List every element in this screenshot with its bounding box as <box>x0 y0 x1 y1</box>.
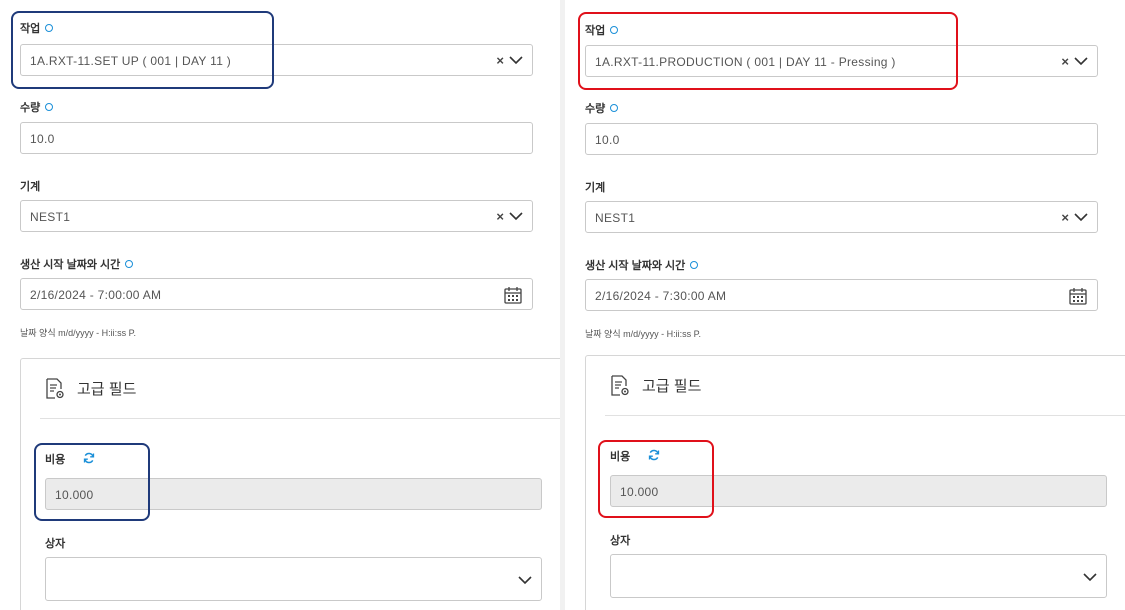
machine-select[interactable]: NEST1 × <box>20 200 533 232</box>
task-select-value: 1A.RXT-11.PRODUCTION ( 001 | DAY 11 - Pr… <box>595 55 896 69</box>
clear-icon[interactable]: × <box>496 209 504 224</box>
cost-label: 비용 <box>610 448 630 464</box>
start-datetime-label: 생산 시작 날짜와 시간 <box>20 256 134 272</box>
refresh-icon[interactable] <box>83 452 95 464</box>
start-datetime-value: 2/16/2024 - 7:30:00 AM <box>595 289 727 303</box>
machine-select-value: NEST1 <box>595 211 636 225</box>
calendar-icon[interactable] <box>1068 286 1088 306</box>
start-datetime-value: 2/16/2024 - 7:00:00 AM <box>30 288 162 302</box>
clear-icon[interactable]: × <box>1061 54 1069 69</box>
date-format-hint: 날짜 양식 m/d/yyyy - H:ii:ss P. <box>20 328 136 338</box>
start-datetime-input[interactable]: 2/16/2024 - 7:30:00 AM <box>585 279 1098 311</box>
box-select[interactable] <box>45 557 542 601</box>
machine-label: 기계 <box>585 179 605 195</box>
required-indicator <box>610 104 619 113</box>
cost-input: 10.000 <box>610 475 1107 507</box>
clear-icon[interactable]: × <box>1061 210 1069 225</box>
document-gear-icon <box>46 378 64 399</box>
cost-value: 10.000 <box>55 488 94 502</box>
start-datetime-label: 생산 시작 날짜와 시간 <box>585 257 699 273</box>
required-indicator <box>690 261 699 270</box>
quantity-input[interactable]: 10.0 <box>585 123 1098 155</box>
box-label: 상자 <box>45 535 65 551</box>
advanced-fields-title: 고급 필드 <box>77 381 137 398</box>
start-datetime-label-text: 생산 시작 날짜와 시간 <box>20 259 121 271</box>
chevron-down-icon[interactable] <box>509 211 523 221</box>
task-label-text: 작업 <box>585 25 606 37</box>
box-label-text: 상자 <box>610 535 631 547</box>
machine-select-value: NEST1 <box>30 210 71 224</box>
machine-label-text: 기계 <box>585 182 606 194</box>
machine-label-text: 기계 <box>20 181 41 193</box>
clear-icon[interactable]: × <box>496 53 504 68</box>
cost-label-text: 비용 <box>45 454 66 466</box>
machine-select[interactable]: NEST1 × <box>585 201 1098 233</box>
section-divider <box>605 415 1125 416</box>
required-indicator <box>45 103 54 112</box>
section-divider <box>40 418 560 419</box>
task-select[interactable]: 1A.RXT-11.SET UP ( 001 | DAY 11 ) × <box>20 44 533 76</box>
task-select[interactable]: 1A.RXT-11.PRODUCTION ( 001 | DAY 11 - Pr… <box>585 45 1098 77</box>
cost-value: 10.000 <box>620 485 659 499</box>
right-form-panel: 작업 1A.RXT-11.PRODUCTION ( 001 | DAY 11 -… <box>565 0 1125 610</box>
task-select-value: 1A.RXT-11.SET UP ( 001 | DAY 11 ) <box>30 54 232 68</box>
refresh-icon[interactable] <box>648 449 660 461</box>
quantity-value: 10.0 <box>595 133 620 147</box>
chevron-down-icon[interactable] <box>1074 212 1088 222</box>
cost-label-text: 비용 <box>610 451 631 463</box>
task-label: 작업 <box>585 22 619 38</box>
task-label: 작업 <box>20 20 54 36</box>
box-label-text: 상자 <box>45 538 66 550</box>
start-datetime-input[interactable]: 2/16/2024 - 7:00:00 AM <box>20 278 533 310</box>
chevron-down-icon[interactable] <box>509 55 523 65</box>
cost-label: 비용 <box>45 451 65 467</box>
box-label: 상자 <box>610 532 630 548</box>
quantity-label-text: 수량 <box>585 103 606 115</box>
left-form-panel: 작업 1A.RXT-11.SET UP ( 001 | DAY 11 ) × 수… <box>0 0 560 610</box>
calendar-icon[interactable] <box>503 285 523 305</box>
required-indicator <box>45 24 54 33</box>
machine-label: 기계 <box>20 178 40 194</box>
quantity-label: 수량 <box>20 99 54 115</box>
chevron-down-icon[interactable] <box>1074 56 1088 66</box>
quantity-value: 10.0 <box>30 132 55 146</box>
chevron-down-icon[interactable] <box>1083 572 1097 582</box>
quantity-input[interactable]: 10.0 <box>20 122 533 154</box>
advanced-fields-title: 고급 필드 <box>642 378 702 395</box>
quantity-label-text: 수량 <box>20 102 41 114</box>
document-gear-icon <box>611 375 629 396</box>
chevron-down-icon[interactable] <box>518 575 532 585</box>
required-indicator <box>125 260 134 269</box>
task-label-text: 작업 <box>20 23 41 35</box>
start-datetime-label-text: 생산 시작 날짜와 시간 <box>585 260 686 272</box>
box-select[interactable] <box>610 554 1107 598</box>
cost-input: 10.000 <box>45 478 542 510</box>
date-format-hint: 날짜 양식 m/d/yyyy - H:ii:ss P. <box>585 329 701 339</box>
quantity-label: 수량 <box>585 100 619 116</box>
required-indicator <box>610 26 619 35</box>
